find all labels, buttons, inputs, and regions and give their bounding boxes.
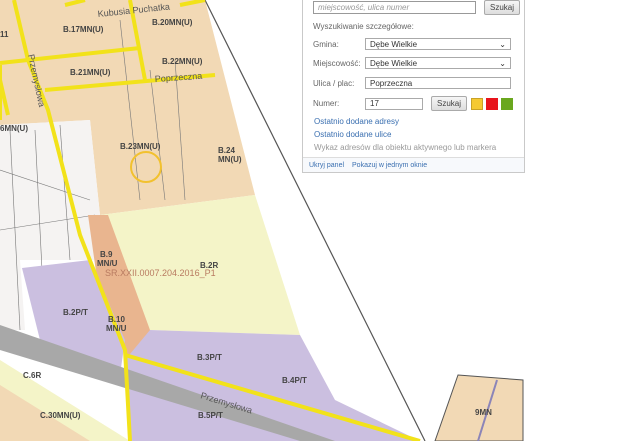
recent-addresses-link[interactable]: Ostatnio dodane adresy [314, 117, 399, 126]
zone-label: B.4P/T [282, 376, 307, 385]
recent-streets-link[interactable]: Ostatnio dodane ulice [314, 130, 391, 139]
address-list-disabled-link: Wykaz adresów dla obiektu aktywnego lub … [314, 143, 497, 152]
zone-label: B.9 [100, 250, 113, 259]
search-panel: miejscowość, ulica numer Szukaj Wyszukiw… [302, 0, 525, 173]
zone-label: B.23MN(U) [120, 142, 161, 151]
single-window-link[interactable]: Pokazuj w jednym oknie [352, 162, 427, 169]
zone-label: B.17MN(U) [63, 25, 104, 34]
gmina-value: Dębe Wielkie [370, 39, 418, 49]
numer-label: Numer: [313, 99, 340, 108]
marker-color-yellow[interactable] [471, 97, 484, 110]
zone-label: MN/U [97, 259, 118, 268]
ulica-input[interactable]: Poprzeczna [365, 77, 511, 89]
numer-search-button[interactable]: Szukaj [431, 96, 468, 111]
marker-color-green[interactable] [501, 97, 514, 110]
zone-label: 11 [0, 30, 9, 39]
ulica-label: Ulica / plac: [313, 78, 355, 88]
zone-label: B.2P/T [63, 308, 88, 317]
chevron-down-icon: ⌄ [499, 39, 506, 49]
zone-label: 9MN [475, 408, 492, 417]
zone-label: MN/U [106, 324, 127, 333]
detail-heading: Wyszukiwanie szczegółowe: [313, 22, 414, 31]
miejscowosc-value: Dębe Wielkie [370, 58, 418, 68]
zone-label: B.10 [108, 315, 125, 324]
zone-label: B.5P/T [198, 411, 223, 420]
zone-label: C.6R [23, 371, 41, 380]
miejscowosc-label: Miejscowość: [313, 58, 361, 68]
zone-label: B.20MN(U) [152, 18, 193, 27]
numer-input[interactable]: 17 [365, 97, 423, 110]
search-button[interactable]: Szukaj [484, 0, 521, 15]
zone-label: MN(U) [218, 155, 242, 164]
zone-label: 6MN(U) [0, 124, 28, 133]
hide-panel-link[interactable]: Ukryj panel [309, 162, 344, 169]
zone-label: C.30MN(U) [40, 411, 81, 420]
chevron-down-icon: ⌄ [499, 58, 506, 68]
zone-label: B.21MN(U) [70, 68, 111, 77]
marker-color-red[interactable] [486, 97, 499, 110]
gmina-label: Gmina: [313, 39, 339, 49]
gmina-select[interactable]: Dębe Wielkie ⌄ [365, 38, 511, 50]
panel-footer: Ukryj panel Pokazuj w jednym oknie [303, 157, 524, 172]
plan-annotation: SR.XXII.0007.204.2016_P1 [105, 268, 216, 278]
zone-label: B.22MN(U) [162, 57, 203, 66]
miejscowosc-select[interactable]: Dębe Wielkie ⌄ [365, 57, 511, 69]
address-search-input[interactable]: miejscowość, ulica numer [313, 1, 476, 14]
zone-label: B.24 [218, 146, 235, 155]
detail-heading-text: Wyszukiwanie szczegółowe: [313, 22, 414, 31]
zone-label: B.3P/T [197, 353, 222, 362]
